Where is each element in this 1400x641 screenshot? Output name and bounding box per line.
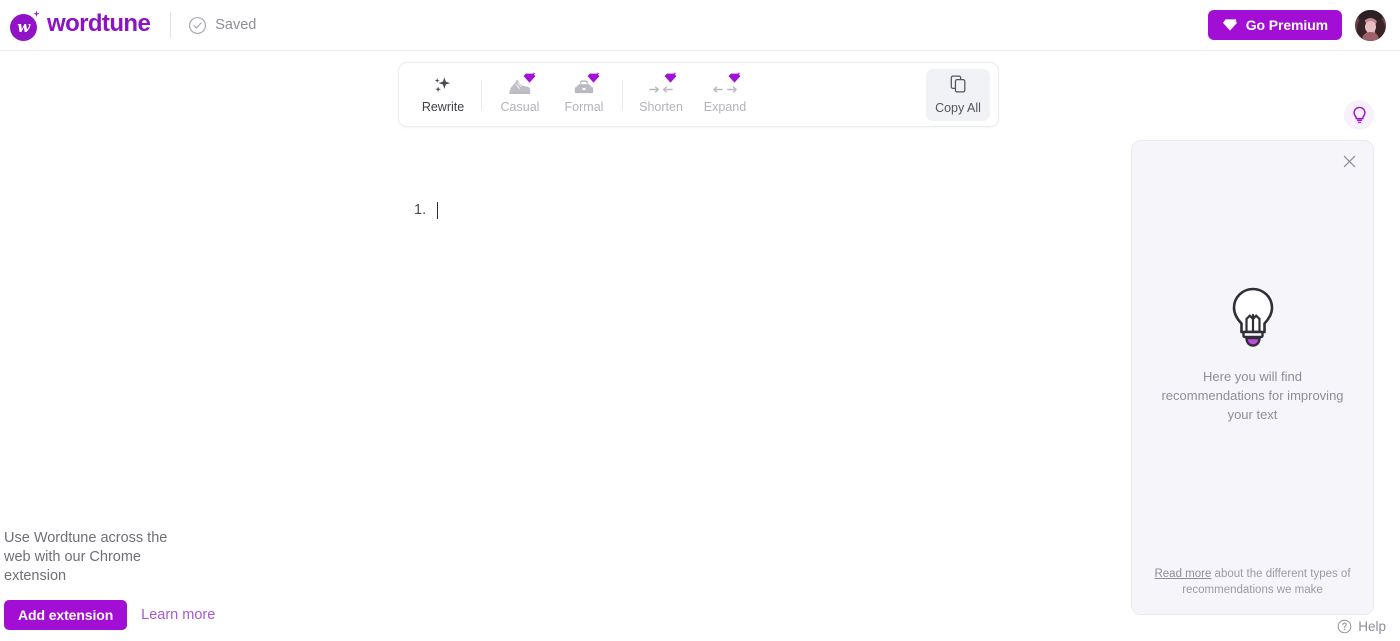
rewrite-toolbar: Rewrite Casual Formal Shorten Expand Cop…	[398, 62, 999, 127]
text-caret	[437, 202, 439, 219]
editor-list-item[interactable]: 1.	[398, 150, 999, 219]
tool-label: Shorten	[639, 99, 683, 114]
read-more-link[interactable]: Read more	[1154, 568, 1211, 580]
recommendations-footer: Read more about the different types of r…	[1144, 566, 1361, 598]
chrome-extension-promo: Use Wordtune across the web with our Chr…	[4, 529, 334, 630]
tool-label: Casual	[500, 99, 540, 114]
list-marker: 1.	[414, 202, 427, 218]
promo-actions: Add extension Learn more	[4, 600, 334, 630]
lightbulb-icon	[1352, 106, 1366, 123]
learn-more-link[interactable]: Learn more	[141, 607, 215, 623]
briefcase-icon	[567, 71, 601, 96]
app-header: w wordtune Saved Go Premium	[0, 0, 1400, 51]
tool-rewrite[interactable]: Rewrite	[411, 69, 475, 121]
lightbulb-icon	[1232, 287, 1273, 347]
header-divider	[170, 12, 172, 38]
logo-letter: w	[17, 17, 30, 36]
sparkle-icon	[33, 10, 40, 18]
recommendations-empty-state: Here you will find recommendations for i…	[1144, 143, 1361, 566]
go-premium-button[interactable]: Go Premium	[1207, 10, 1342, 40]
user-avatar[interactable]	[1355, 9, 1386, 41]
go-premium-label: Go Premium	[1245, 17, 1328, 33]
gem-badge-icon	[523, 71, 536, 83]
save-status-label: Saved	[215, 17, 257, 33]
question-circle-icon	[1337, 619, 1352, 634]
document-editor[interactable]: 1.	[398, 150, 999, 570]
arrows-outward-icon	[708, 71, 742, 96]
sparkle-icon	[426, 76, 460, 96]
copy-all-label: Copy All	[935, 100, 981, 115]
help-button[interactable]: Help	[1337, 619, 1386, 634]
header-actions: Go Premium	[1207, 9, 1386, 41]
wordtune-logo-mark: w	[10, 10, 40, 41]
tool-expand[interactable]: Expand	[693, 69, 757, 121]
save-status: Saved	[188, 16, 256, 35]
copy-all-button[interactable]: Copy All	[926, 68, 990, 121]
arrows-inward-icon	[644, 71, 678, 96]
add-extension-button[interactable]: Add extension	[4, 600, 128, 630]
copy-icon	[950, 75, 967, 96]
tool-shorten[interactable]: Shorten	[629, 69, 693, 121]
gem-badge-icon	[587, 71, 600, 83]
tool-label: Formal	[564, 99, 604, 114]
brand-logo[interactable]: w wordtune	[10, 10, 151, 41]
recommendations-panel: Here you will find recommendations for i…	[1131, 140, 1374, 615]
help-label: Help	[1358, 619, 1386, 634]
brand-name: wordtune	[47, 10, 151, 37]
tool-casual[interactable]: Casual	[488, 69, 552, 121]
tool-label: Rewrite	[421, 99, 465, 114]
gem-icon	[1222, 18, 1237, 31]
gem-badge-icon	[664, 71, 677, 83]
toolbar-separator	[622, 79, 623, 110]
promo-text: Use Wordtune across the web with our Chr…	[4, 530, 168, 584]
tool-label: Expand	[703, 99, 747, 114]
recommendations-empty-message: Here you will find recommendations for i…	[1161, 369, 1344, 422]
recommendations-toggle-button[interactable]	[1344, 100, 1374, 130]
sneaker-icon	[503, 71, 537, 96]
check-circle-icon	[189, 16, 207, 34]
tool-formal[interactable]: Formal	[552, 69, 616, 121]
gem-badge-icon	[728, 71, 741, 83]
toolbar-separator	[481, 79, 482, 110]
